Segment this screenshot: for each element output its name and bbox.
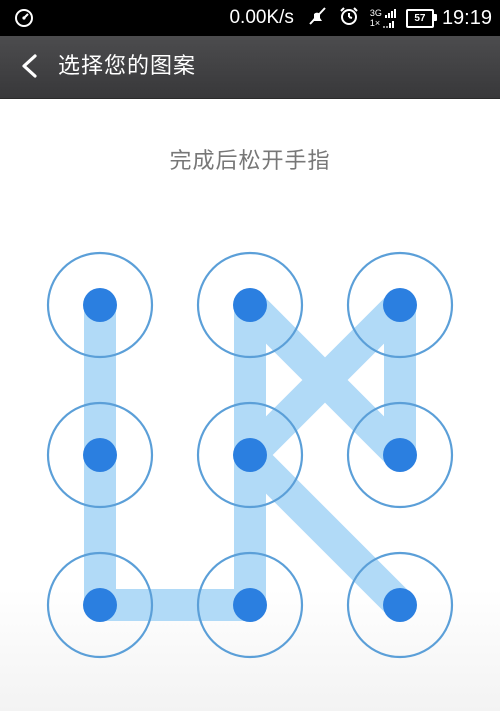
node-dot	[83, 438, 117, 472]
node-dot	[83, 588, 117, 622]
node-dot	[383, 588, 417, 622]
pattern-node-9[interactable]	[346, 551, 454, 659]
node-dot	[233, 288, 267, 322]
node-dot	[83, 288, 117, 322]
pattern-lock[interactable]	[0, 0, 500, 711]
pattern-nodes	[46, 251, 454, 659]
node-dot	[233, 588, 267, 622]
node-dot	[233, 438, 267, 472]
node-dot	[383, 288, 417, 322]
node-dot	[383, 438, 417, 472]
